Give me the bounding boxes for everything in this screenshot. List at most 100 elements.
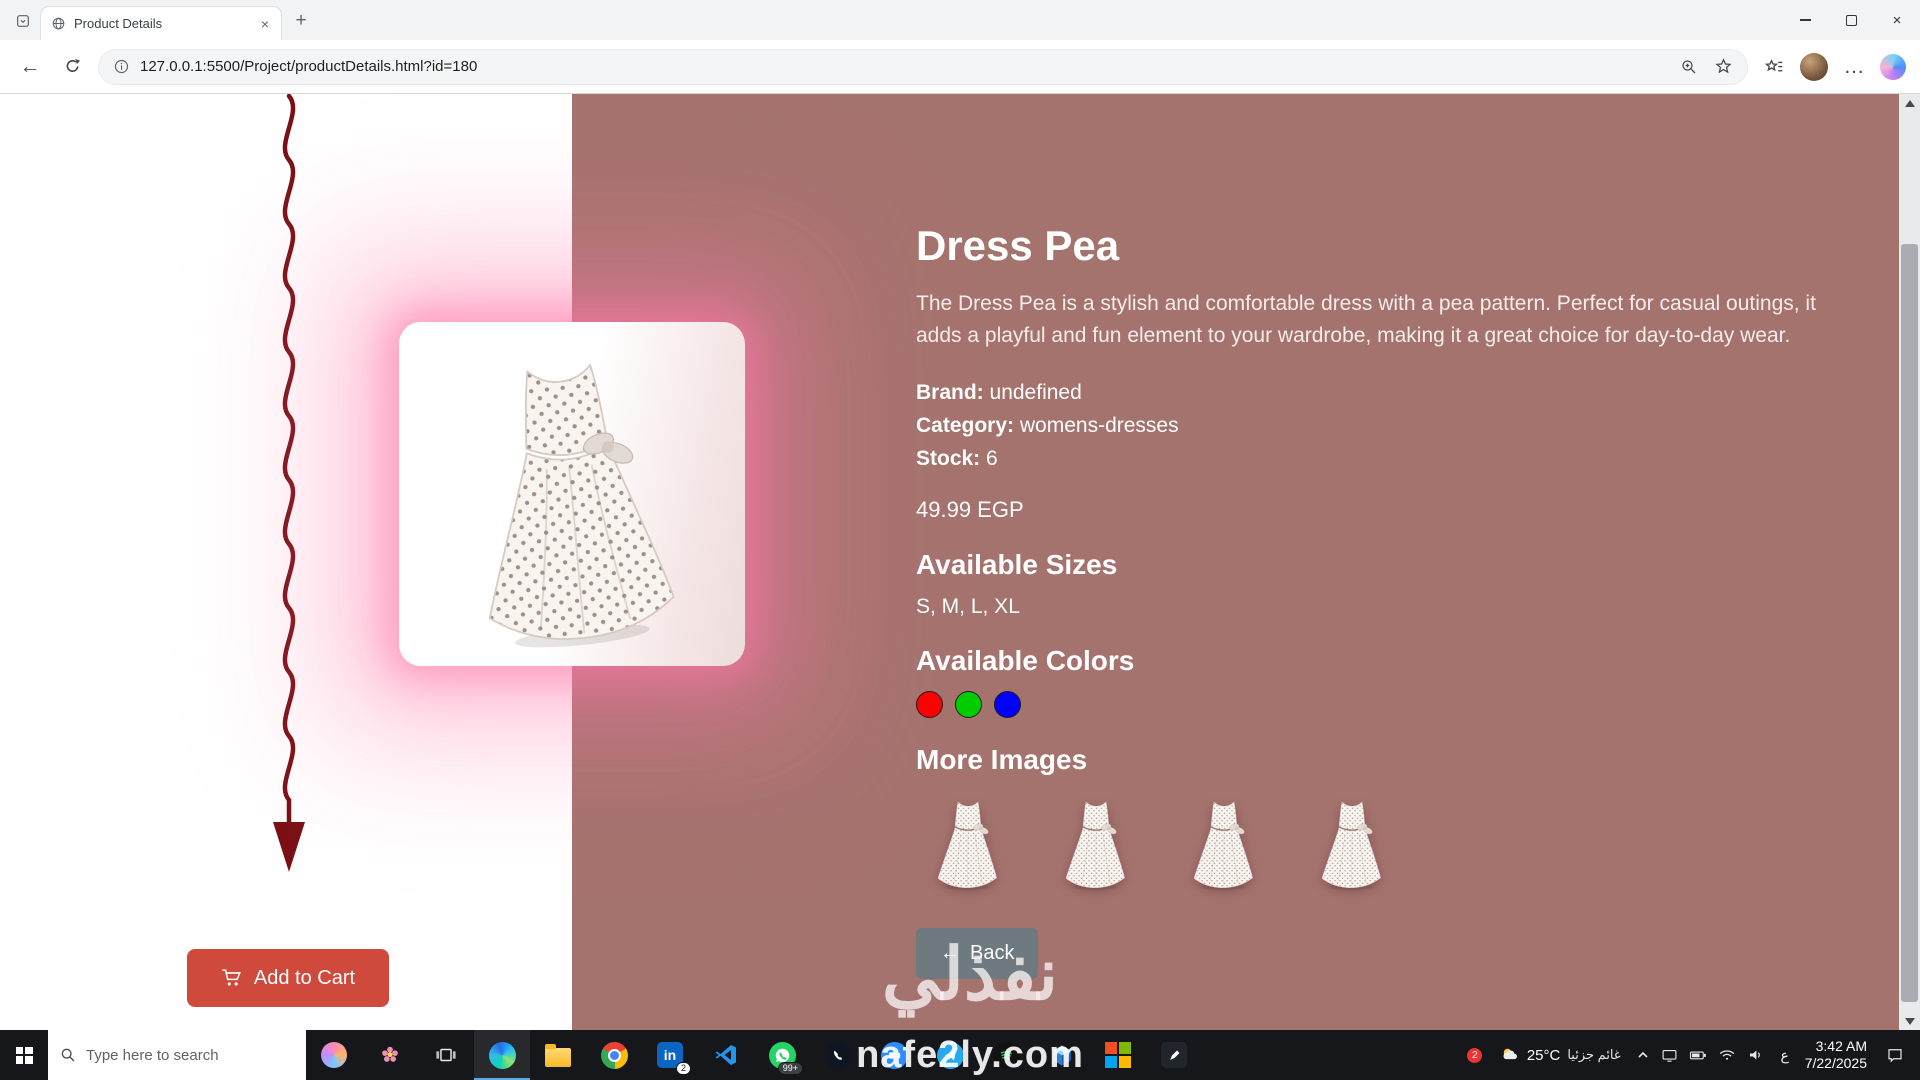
product-description: The Dress Pea is a stylish and comfortab… — [916, 288, 1866, 352]
hidden-icons-chevron[interactable] — [1636, 1048, 1650, 1062]
back-arrow-icon: ← — [940, 942, 960, 965]
more-images-heading: More Images — [916, 744, 1866, 776]
scrollbar-up-icon[interactable] — [1899, 94, 1920, 112]
product-details: Dress Pea The Dress Pea is a stylish and… — [916, 222, 1866, 979]
taskbar-search[interactable]: Type here to search — [48, 1030, 306, 1080]
task-view-icon[interactable] — [418, 1030, 474, 1080]
display-tray-icon[interactable] — [1661, 1047, 1678, 1064]
start-button[interactable] — [0, 1030, 48, 1080]
nav-back-icon[interactable]: ← — [14, 51, 46, 83]
video-call-icon[interactable] — [866, 1030, 922, 1080]
thumbnail-row — [932, 792, 1866, 892]
wavy-arrow-decoration — [264, 94, 314, 894]
scrollbar-down-icon[interactable] — [1899, 1012, 1920, 1030]
category-label: Category: — [916, 414, 1014, 437]
file-explorer-icon[interactable] — [530, 1030, 586, 1080]
stock-label: Stock: — [916, 447, 980, 470]
system-tray: 2 25°C غائم جزئيا ع 3:42 AM 7/22/2025 — [1465, 1030, 1920, 1080]
color-swatch[interactable] — [955, 691, 982, 718]
spotify-icon[interactable] — [978, 1030, 1034, 1080]
taskbar: Type here to search in 2 99+ — [0, 1030, 1920, 1080]
vscode-icon[interactable] — [698, 1030, 754, 1080]
colors-heading: Available Colors — [916, 645, 1866, 677]
color-swatch[interactable] — [994, 691, 1021, 718]
whatsapp-icon[interactable]: 99+ — [754, 1030, 810, 1080]
add-to-cart-label: Add to Cart — [254, 967, 355, 990]
add-to-cart-button[interactable]: Add to Cart — [187, 949, 389, 1007]
action-center-icon[interactable] — [1878, 1046, 1912, 1064]
linkedin-icon[interactable]: in 2 — [642, 1030, 698, 1080]
page-content: Dress Pea The Dress Pea is a stylish and… — [0, 94, 1920, 1030]
tiles-app-icon[interactable] — [1090, 1030, 1146, 1080]
window-controls: × — [1782, 0, 1920, 40]
language-indicator[interactable]: ع — [1776, 1047, 1794, 1064]
windows-logo-icon — [16, 1047, 33, 1064]
taskbar-clock[interactable]: 3:42 AM 7/22/2025 — [1805, 1038, 1867, 1072]
pen-app-icon[interactable] — [1146, 1030, 1202, 1080]
brand-value: undefined — [990, 381, 1082, 404]
clock-time: 3:42 AM — [1805, 1038, 1867, 1055]
scrollbar-thumb[interactable] — [1901, 244, 1918, 1002]
search-placeholder: Type here to search — [86, 1047, 219, 1064]
clock-date: 7/22/2025 — [1805, 1055, 1867, 1072]
whatsapp-badge: 99+ — [778, 1062, 803, 1075]
tab-strip: Product Details × + × — [0, 0, 1920, 40]
zoom-lens-icon[interactable] — [1680, 58, 1698, 76]
phone-app-icon[interactable] — [810, 1030, 866, 1080]
cart-icon — [221, 967, 243, 989]
wifi-icon[interactable] — [1718, 1046, 1736, 1064]
favorite-star-icon[interactable] — [1714, 57, 1733, 76]
tray-badge: 2 — [1467, 1048, 1482, 1063]
color-swatches — [916, 691, 1866, 718]
weather-icon — [1500, 1045, 1520, 1065]
category-value: womens-dresses — [1020, 414, 1179, 437]
site-info-icon[interactable] — [113, 58, 130, 75]
tab-close-icon[interactable]: × — [259, 16, 271, 32]
thumbnail-image[interactable] — [1060, 792, 1132, 892]
telegram-icon[interactable] — [922, 1030, 978, 1080]
browser-tab[interactable]: Product Details × — [40, 6, 282, 40]
maximize-button[interactable] — [1828, 0, 1874, 40]
sizes-value: S, M, L, XL — [916, 595, 1866, 619]
address-bar[interactable]: 127.0.0.1:5500/Project/productDetails.ht… — [98, 49, 1748, 85]
search-highlights-icon[interactable] — [306, 1030, 362, 1080]
linkedin-badge: 2 — [676, 1062, 691, 1075]
brand-label: Brand: — [916, 381, 984, 404]
product-image-card — [399, 322, 745, 666]
color-swatch[interactable] — [916, 691, 943, 718]
product-stock: Stock: 6 — [916, 442, 1866, 475]
menu-ellipsis-icon[interactable]: … — [1838, 51, 1870, 83]
battery-icon[interactable] — [1689, 1046, 1707, 1064]
chrome-icon[interactable] — [586, 1030, 642, 1080]
product-price: 49.99 EGP — [916, 497, 1866, 523]
product-title: Dress Pea — [916, 222, 1866, 270]
thumbnail-image[interactable] — [932, 792, 1004, 892]
browser-toolbar: ← 127.0.0.1:5500/Project/productDetails.… — [0, 40, 1920, 94]
back-label: Back — [970, 942, 1014, 965]
new-tab-button[interactable]: + — [286, 6, 316, 36]
minimize-button[interactable] — [1782, 0, 1828, 40]
edge-taskbar-icon[interactable] — [474, 1030, 530, 1080]
volume-icon[interactable] — [1747, 1046, 1765, 1064]
sizes-heading: Available Sizes — [916, 549, 1866, 581]
product-dress-image — [440, 325, 704, 664]
favorites-hub-icon[interactable] — [1758, 51, 1790, 83]
flower-icon[interactable] — [362, 1030, 418, 1080]
product-brand: Brand: undefined — [916, 376, 1866, 409]
refresh-icon[interactable] — [56, 51, 88, 83]
close-window-button[interactable]: × — [1874, 0, 1920, 40]
thumbnail-image[interactable] — [1316, 792, 1388, 892]
tab-actions-icon[interactable] — [8, 5, 38, 37]
thumbnail-image[interactable] — [1188, 792, 1260, 892]
copilot-icon[interactable] — [1880, 54, 1906, 80]
back-page-button[interactable]: ← Back — [916, 928, 1038, 979]
profile-avatar[interactable] — [1800, 53, 1828, 81]
cube-app-icon[interactable] — [1034, 1030, 1090, 1080]
weather-temp: 25°C — [1527, 1047, 1561, 1064]
weather-widget[interactable]: 25°C غائم جزئيا — [1496, 1045, 1625, 1065]
page-scrollbar[interactable] — [1899, 94, 1920, 1030]
search-icon — [60, 1047, 76, 1063]
globe-favicon-icon — [51, 16, 66, 31]
url-text[interactable]: 127.0.0.1:5500/Project/productDetails.ht… — [140, 58, 1670, 75]
tray-app-icon[interactable]: 2 — [1465, 1045, 1485, 1065]
